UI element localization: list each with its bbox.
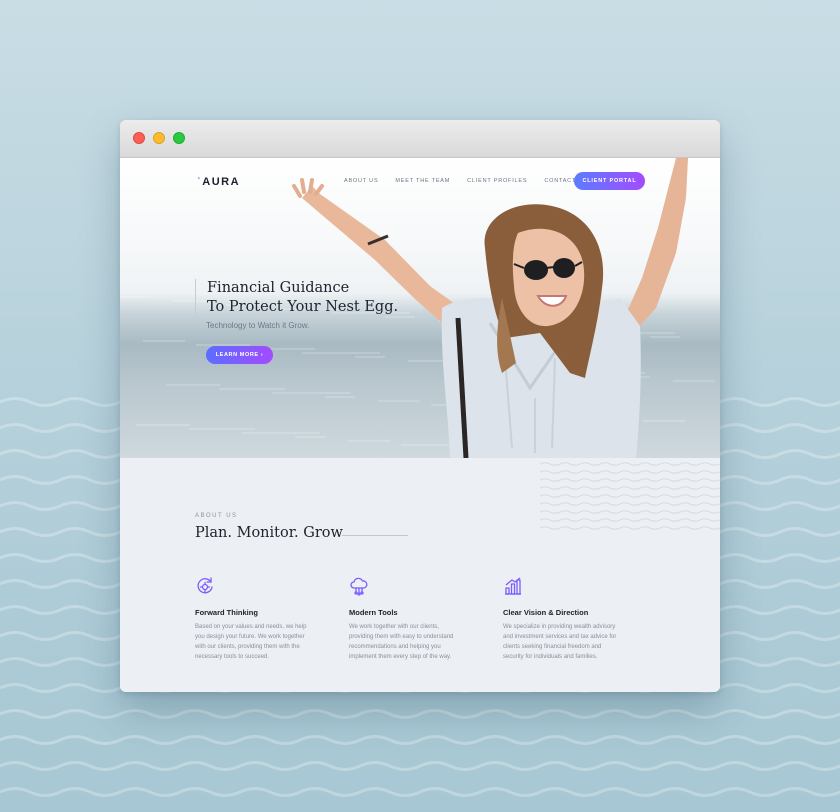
section-title: Plan. Monitor. Grow [195,525,343,541]
feature-clear-vision: Clear Vision & Direction We specialize i… [503,576,618,662]
learn-more-button[interactable]: LEARN MORE › [206,346,273,364]
hero-section: •AURA ABOUT US MEET THE TEAM CLIENT PROF… [120,158,720,458]
logo[interactable]: •AURA [198,176,240,188]
browser-window: •AURA ABOUT US MEET THE TEAM CLIENT PROF… [120,120,720,692]
hero-title-line-1: Financial Guidance [207,280,350,296]
close-window-button[interactable] [133,132,145,144]
nav-client-profiles[interactable]: CLIENT PROFILES [467,178,527,184]
nav-about-us[interactable]: ABOUT US [344,178,378,184]
feature-description: We specialize in providing wealth adviso… [503,624,617,660]
title-divider [342,535,408,536]
feature-forward-thinking: Forward Thinking Based on your values an… [195,576,310,662]
feature-title: Modern Tools [349,608,398,617]
about-wave-pattern [540,462,720,530]
main-nav: ABOUT US MEET THE TEAM CLIENT PROFILES C… [344,178,605,184]
nav-meet-the-team[interactable]: MEET THE TEAM [395,178,450,184]
about-section: ABOUT US Plan. Monitor. Grow Forward Thi… [120,458,720,692]
hero-subtitle: Technology to Watch it Grow. [206,321,310,330]
feature-description: Based on your values and needs, we help … [195,624,307,660]
feature-title: Clear Vision & Direction [503,608,589,617]
maximize-window-button[interactable] [173,132,185,144]
refresh-gear-icon [197,577,213,594]
cloud-network-icon [350,577,368,596]
section-kicker: ABOUT US [195,513,238,519]
minimize-window-button[interactable] [153,132,165,144]
feature-modern-tools: Modern Tools We work together with our c… [349,576,464,662]
browser-titlebar [120,120,720,158]
hero-title-line-2: To Protect Your Nest Egg. [207,299,399,315]
feature-description: We work together with our clients, provi… [349,624,454,660]
client-portal-button[interactable]: CLIENT PORTAL [574,172,645,190]
logo-text: AURA [202,176,241,188]
hero-headline: Financial Guidance To Protect Your Nest … [195,279,407,317]
bar-chart-icon [505,577,521,595]
feature-title: Forward Thinking [195,608,258,617]
